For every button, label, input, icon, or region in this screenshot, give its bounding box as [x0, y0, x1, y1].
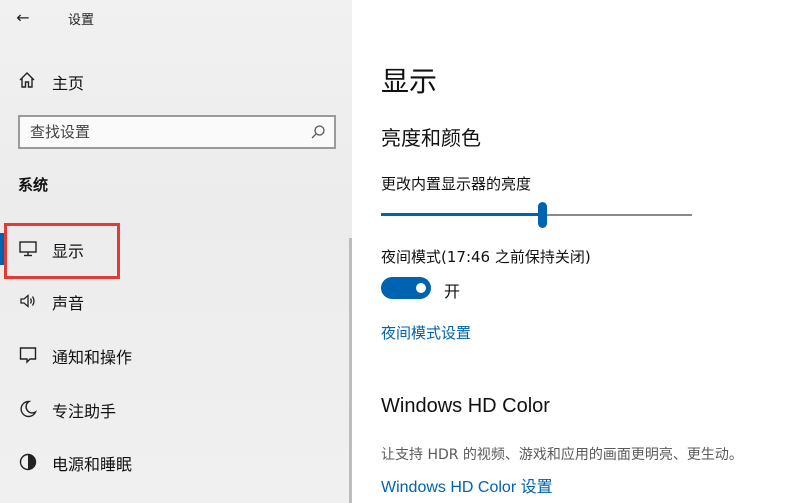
back-button[interactable]: ← [10, 6, 36, 30]
slider-track-filled [381, 213, 538, 216]
notification-icon [19, 347, 37, 364]
section-title: 系统 [18, 176, 49, 194]
sidebar-item-label: 专注助手 [52, 402, 117, 421]
sidebar-item-label: 显示 [52, 242, 85, 261]
sidebar-item-power-sleep[interactable]: 电源和睡眠 [0, 438, 340, 486]
back-arrow-icon: ← [16, 8, 30, 27]
home-icon [19, 72, 35, 88]
night-light-toggle[interactable] [381, 277, 431, 299]
sidebar-item-focus-assist[interactable]: 专注助手 [0, 385, 340, 433]
hd-color-description: 让支持 HDR 的视频、游戏和应用的画面更明亮、更生动。 [381, 447, 743, 463]
search-box[interactable] [18, 115, 336, 149]
sidebar-item-home[interactable]: 主页 [18, 69, 318, 93]
sidebar-item-notifications[interactable]: 通知和操作 [0, 331, 340, 379]
slider-track-empty [547, 214, 692, 216]
sidebar-item-display[interactable]: 显示 [0, 225, 340, 273]
brightness-slider[interactable] [381, 202, 692, 230]
brightness-label: 更改内置显示器的亮度 [381, 175, 532, 193]
title-bar: ← 设置 [0, 0, 352, 36]
search-icon[interactable] [310, 124, 326, 140]
night-light-settings-link[interactable]: 夜间模式设置 [381, 322, 471, 343]
sidebar-item-label: 电源和睡眠 [52, 455, 133, 474]
power-icon [19, 453, 37, 471]
sidebar: ← 设置 主页 系统 显示 声音 [0, 0, 352, 503]
hd-color-settings-link[interactable]: Windows HD Color 设置 [381, 473, 553, 497]
night-light-toggle-state: 开 [444, 282, 461, 301]
main-content: 显示 亮度和颜色 更改内置显示器的亮度 夜间模式(17:46 之前保持关闭) 开… [352, 0, 800, 503]
sidebar-item-label: 声音 [52, 294, 85, 313]
moon-icon [20, 400, 38, 418]
search-input[interactable] [30, 117, 300, 147]
brightness-section-title: 亮度和颜色 [381, 126, 481, 150]
monitor-icon [19, 241, 37, 257]
app-title: 设置 [68, 13, 95, 28]
night-light-label: 夜间模式(17:46 之前保持关闭) [381, 248, 591, 266]
page-title: 显示 [381, 65, 438, 98]
sidebar-item-label: 通知和操作 [52, 348, 133, 367]
home-label: 主页 [52, 74, 85, 93]
toggle-knob [416, 283, 426, 293]
slider-thumb[interactable] [538, 202, 547, 228]
speaker-icon [20, 294, 35, 308]
hd-color-title: Windows HD Color [381, 395, 550, 417]
sidebar-item-sound[interactable]: 声音 [0, 277, 340, 325]
